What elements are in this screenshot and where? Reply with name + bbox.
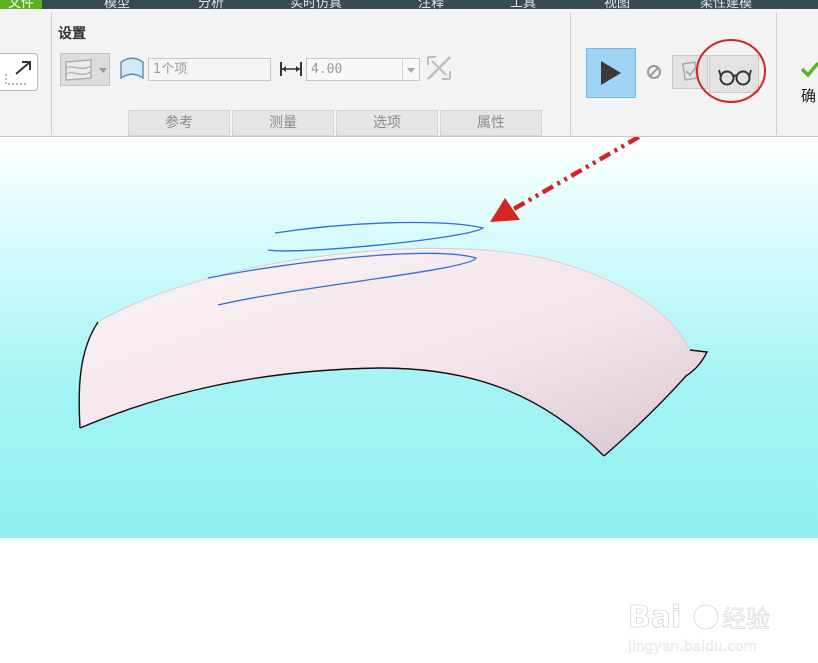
- baidu-paw-logo: Bai 经验 jingyan.baidu.com: [627, 591, 770, 655]
- divider: [570, 13, 571, 135]
- tab-measure[interactable]: 测量: [232, 110, 334, 136]
- chevron-down-icon: [99, 68, 107, 73]
- reference-collector-field[interactable]: 1个项: [148, 58, 271, 81]
- top-menu-bar: 文件 模型 分析 实时仿真 注释 工具 视图 柔性建模: [0, 0, 818, 9]
- graphics-viewport[interactable]: Bai 经验 jingyan.baidu.com: [0, 137, 818, 655]
- expand-icon: [5, 61, 31, 85]
- pause-icon[interactable]: [645, 63, 663, 81]
- tab-view[interactable]: 视图: [604, 0, 630, 9]
- tab-live-simulation[interactable]: 实时仿真: [290, 0, 342, 9]
- baidu-watermark: Bai 经验 jingyan.baidu.com: [627, 589, 788, 663]
- chevron-down-icon: [402, 59, 415, 80]
- resize-button[interactable]: [0, 53, 38, 91]
- highlight-circle: [696, 39, 766, 103]
- tab-properties[interactable]: 属性: [440, 110, 542, 136]
- surface-model: [79, 248, 708, 456]
- watermark-url: jingyan.baidu.com: [628, 639, 757, 655]
- annotation-arrow: [510, 137, 644, 212]
- tab-annotate[interactable]: 注释: [418, 0, 444, 9]
- tab-options[interactable]: 选项: [336, 110, 438, 136]
- watermark-brand-cn: 经验: [722, 605, 770, 633]
- thickness-icon: [280, 62, 302, 76]
- model-scene: [78, 137, 709, 457]
- play-button[interactable]: [586, 48, 636, 98]
- surface-type-dropdown[interactable]: [60, 53, 110, 86]
- settings-group-title: 设置: [58, 26, 86, 42]
- tab-analysis[interactable]: 分析: [198, 0, 224, 9]
- thickness-value: 4.00: [311, 62, 343, 77]
- checkmark-icon[interactable]: [800, 61, 818, 79]
- tab-file[interactable]: 文件: [0, 0, 43, 9]
- play-icon: [601, 61, 621, 85]
- watermark-brand: Bai: [628, 600, 681, 635]
- tab-flexible-modeling[interactable]: 柔性建模: [700, 0, 752, 9]
- divider: [51, 13, 52, 135]
- tab-references[interactable]: 参考: [128, 110, 230, 136]
- divider: [776, 13, 777, 135]
- tab-tools[interactable]: 工具: [510, 0, 536, 9]
- reference-surface-icon: [120, 57, 144, 80]
- flip-direction-icon[interactable]: [424, 53, 454, 83]
- sketch-curve: [267, 221, 485, 252]
- tab-model[interactable]: 模型: [104, 0, 130, 9]
- confirm-label[interactable]: 确: [801, 85, 816, 106]
- surface-icon: [65, 59, 92, 81]
- thickness-input[interactable]: 4.00: [306, 58, 420, 81]
